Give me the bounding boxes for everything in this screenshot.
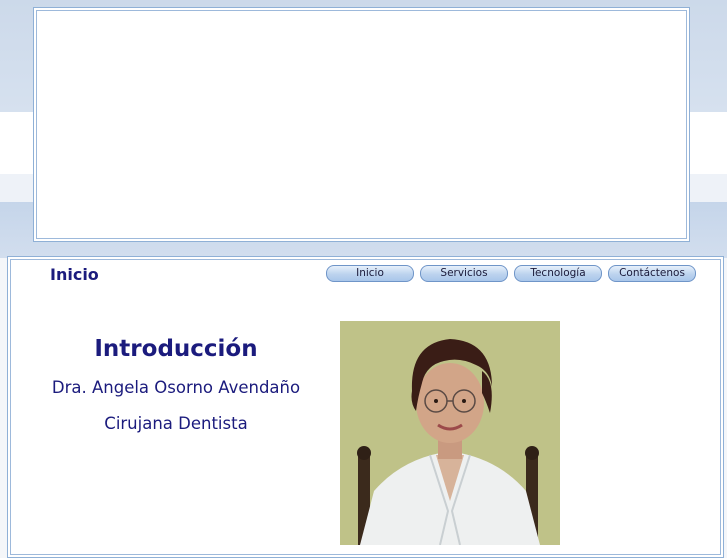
doctor-profession: Cirujana Dentista <box>104 414 248 433</box>
nav-button-servicios[interactable]: Servicios <box>420 265 508 282</box>
header-banner <box>33 7 690 242</box>
doctor-photo <box>340 321 560 545</box>
nav-button-contactenos[interactable]: Contáctenos <box>608 265 696 282</box>
doctor-name: Dra. Angela Osorno Avendaño <box>51 378 301 397</box>
nav-button-tecnologia[interactable]: Tecnología <box>514 265 602 282</box>
nav-button-inicio[interactable]: Inicio <box>326 265 414 282</box>
intro-heading: Introducción <box>94 336 258 362</box>
main-nav: Inicio Servicios Tecnología Contáctenos <box>0 265 727 282</box>
intro-block: Introducción Dra. Angela Osorno Avendaño… <box>20 334 332 436</box>
doctor-portrait-illustration <box>340 321 560 545</box>
